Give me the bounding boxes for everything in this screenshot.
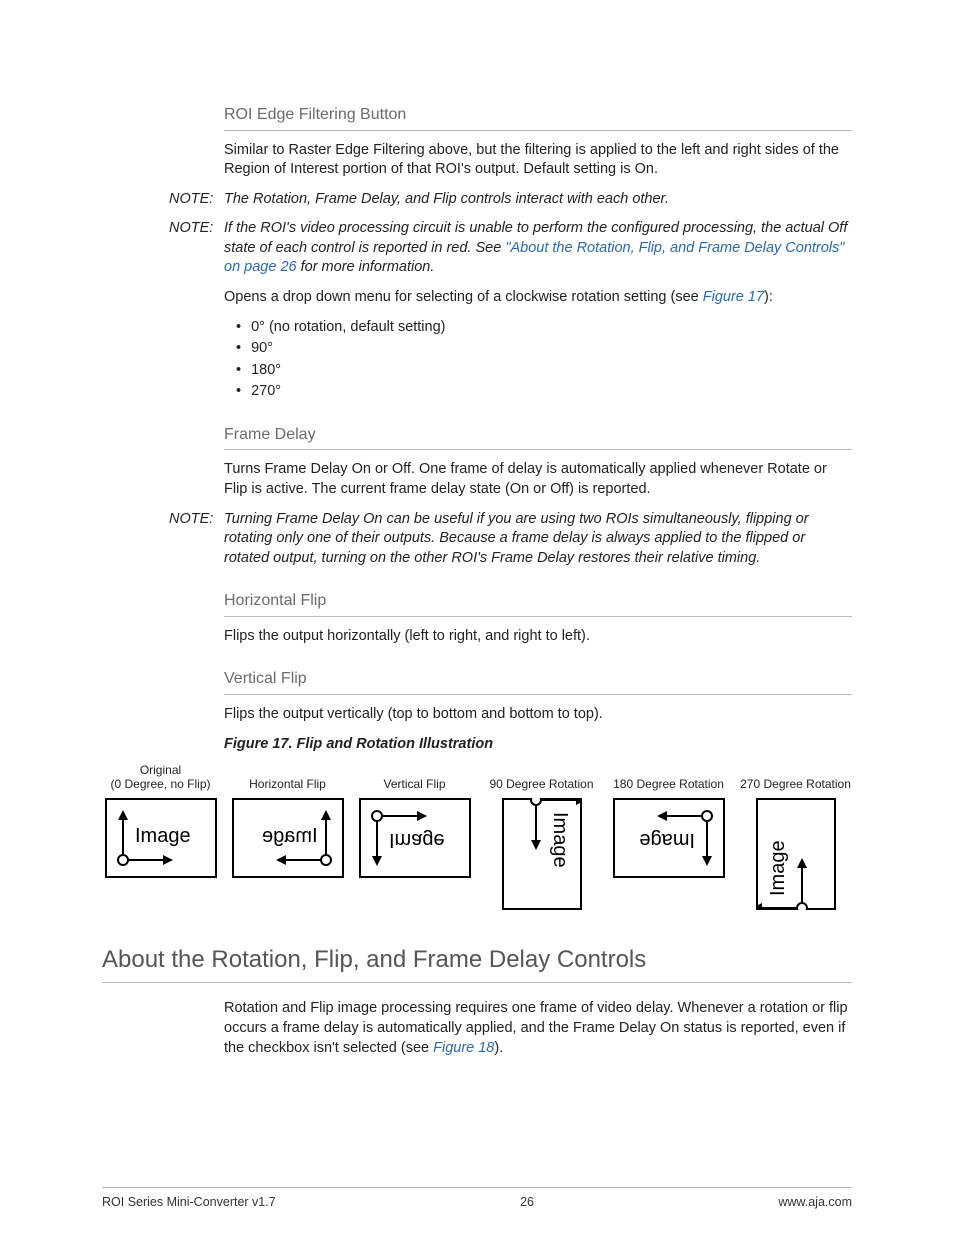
para-roi-edge: Similar to Raster Edge Filtering above, … — [224, 141, 852, 180]
illustration-row: Original (0 Degree, no Flip) Image Horiz… — [102, 762, 854, 910]
note-label: NOTE: — [169, 190, 210, 210]
note-3: NOTE: Turning Frame Delay On can be usef… — [169, 510, 852, 569]
illus-label: Vertical Flip — [383, 762, 445, 792]
footer-right: www.aja.com — [778, 1194, 852, 1211]
diagram-rot270-icon: Image — [756, 798, 836, 910]
text: for more information. — [297, 259, 435, 275]
svg-text:Image: Image — [549, 812, 571, 868]
diagram-rot180-icon: Image — [613, 798, 725, 878]
footer-left: ROI Series Mini-Converter v1.7 — [102, 1194, 276, 1211]
svg-text:Image: Image — [639, 829, 695, 851]
text: ): — [764, 289, 773, 305]
figure-caption: Figure 17. Flip and Rotation Illustratio… — [224, 735, 852, 755]
illus-rot90: 90 Degree Rotation Image — [483, 762, 600, 910]
para-vflip: Flips the output vertically (top to bott… — [224, 705, 852, 725]
diagram-vflip-icon: Image — [359, 798, 471, 878]
text: Rotation and Flip image processing requi… — [224, 1000, 848, 1055]
heading-roi-edge: ROI Edge Filtering Button — [224, 104, 852, 131]
illus-vflip: Vertical Flip Image — [356, 762, 473, 910]
diagram-hflip-icon: Image — [232, 798, 344, 878]
note-body: Turning Frame Delay On can be useful if … — [224, 510, 852, 569]
note-label: NOTE: — [169, 219, 210, 278]
heading-about: About the Rotation, Flip, and Frame Dela… — [102, 944, 852, 983]
para-about: Rotation and Flip image processing requi… — [224, 999, 852, 1058]
svg-text:Image: Image — [767, 840, 789, 896]
list-item: 180° — [236, 361, 852, 381]
illus-label: 180 Degree Rotation — [613, 762, 724, 792]
heading-frame-delay: Frame Delay — [224, 424, 852, 451]
page-footer: ROI Series Mini-Converter v1.7 26 www.aj… — [102, 1187, 852, 1211]
diagram-rot90-icon: Image — [502, 798, 582, 910]
heading-hflip: Horizontal Flip — [224, 590, 852, 617]
list-item: 90° — [236, 339, 852, 359]
illus-rot270: 270 Degree Rotation Image — [737, 762, 854, 910]
para-frame-delay: Turns Frame Delay On or Off. One frame o… — [224, 460, 852, 499]
illus-label: Original (0 Degree, no Flip) — [110, 762, 210, 792]
footer-page-number: 26 — [520, 1194, 534, 1211]
list-item: 270° — [236, 382, 852, 402]
illus-original: Original (0 Degree, no Flip) Image — [102, 762, 219, 910]
note-1: NOTE: The Rotation, Frame Delay, and Fli… — [169, 190, 852, 210]
link-figure-17[interactable]: Figure 17 — [703, 289, 764, 305]
note-body: The Rotation, Frame Delay, and Flip cont… — [224, 190, 852, 210]
text: ). — [494, 1040, 503, 1056]
diagram-original-icon: Image — [105, 798, 217, 878]
list-item: 0° (no rotation, default setting) — [236, 318, 852, 338]
illus-label: Horizontal Flip — [249, 762, 326, 792]
illus-label: 90 Degree Rotation — [489, 762, 593, 792]
text: Opens a drop down menu for selecting of … — [224, 289, 703, 305]
rotation-options-list: 0° (no rotation, default setting) 90° 18… — [236, 318, 852, 402]
heading-vflip: Vertical Flip — [224, 668, 852, 695]
illus-hflip: Horizontal Flip Image — [229, 762, 346, 910]
link-figure-18[interactable]: Figure 18 — [433, 1040, 494, 1056]
svg-text:Image: Image — [262, 825, 318, 847]
note-body: If the ROI's video processing circuit is… — [224, 219, 852, 278]
svg-text:Image: Image — [135, 825, 191, 847]
para-hflip: Flips the output horizontally (left to r… — [224, 627, 852, 647]
note-2: NOTE: If the ROI's video processing circ… — [169, 219, 852, 278]
note-label: NOTE: — [169, 510, 210, 569]
svg-text:Image: Image — [389, 829, 445, 851]
illus-label: 270 Degree Rotation — [740, 762, 851, 792]
illus-rot180: 180 Degree Rotation Image — [610, 762, 727, 910]
para-rotation-intro: Opens a drop down menu for selecting of … — [224, 288, 852, 308]
